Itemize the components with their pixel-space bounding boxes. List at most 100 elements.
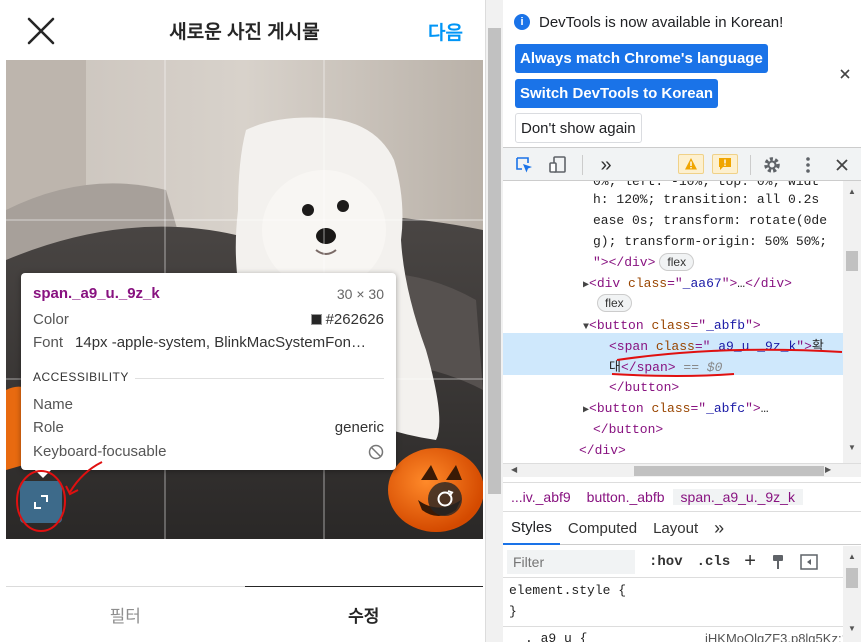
close-tag: "></div> xyxy=(593,255,656,270)
scrollbar-thumb[interactable] xyxy=(846,568,858,588)
color-label: Color xyxy=(33,311,69,328)
add-rule-icon[interactable]: + xyxy=(744,550,756,573)
tooltip-dimensions: 30 × 30 xyxy=(336,285,384,302)
dont-show-again-button[interactable]: Don't show again xyxy=(515,113,642,143)
styles-filter-row: :hov .cls + xyxy=(503,546,861,578)
accessibility-heading: ACCESSIBILITY xyxy=(33,370,135,384)
kebab-menu-icon[interactable] xyxy=(797,154,819,176)
toolbar-divider xyxy=(582,155,583,175)
code-line: </div> xyxy=(579,443,626,458)
inspect-tooltip: span._a9_u._9z_k 30 × 30 Color #262626 F… xyxy=(21,273,396,478)
scrollbar-thumb[interactable] xyxy=(846,251,858,271)
span-text-cont: 대 xyxy=(609,360,621,375)
code-line: flex xyxy=(597,293,632,314)
tab-computed[interactable]: Computed xyxy=(560,513,645,545)
keyboard-focusable-label: Keyboard-focusable xyxy=(33,443,167,460)
css-rule-source-link[interactable]: iHKMoOlgZF3.p8lg5Kz:155 xyxy=(705,628,861,642)
tree-node-span[interactable]: <span class="_a9_u _9z_k">확 xyxy=(609,336,824,357)
tab-layout[interactable]: Layout xyxy=(645,513,706,545)
tab-filter[interactable]: 필터 xyxy=(6,586,245,642)
more-tabs-icon[interactable]: » xyxy=(595,154,617,176)
styles-pane[interactable]: element.style { } ._a9_u { iHKMoOlgZF3.p… xyxy=(503,578,861,642)
styles-tabbar: Styles Computed Layout » xyxy=(503,513,861,545)
hov-toggle[interactable]: :hov xyxy=(649,554,683,570)
devtools-toolbar: » xyxy=(503,148,861,181)
breadcrumb-item-selected[interactable]: span._a9_u._9z_k xyxy=(672,489,803,505)
button2-class-value: _abfc xyxy=(706,401,746,416)
code-line: ease 0s; transform: rotate(0de xyxy=(593,213,828,228)
elements-tree[interactable]: 0%; left: -10%; top: 0%; widt h: 120%; t… xyxy=(503,181,861,463)
crop-expand-button[interactable] xyxy=(20,481,62,523)
role-value: generic xyxy=(334,419,384,436)
dollar-zero: == $0 xyxy=(683,360,723,375)
modal-title: 새로운 사진 게시물 xyxy=(169,21,320,43)
font-value: 14px -apple-system, BlinkMacSystemFon… xyxy=(75,334,366,351)
infobar-message: DevTools is now available in Korean! xyxy=(539,14,784,31)
tree-node-button[interactable]: ▼<button class="_abfb"> xyxy=(583,315,761,336)
tree-node-div[interactable]: ▶<div class="_aa67">…</div> xyxy=(583,273,792,294)
rotate-button[interactable] xyxy=(428,482,462,516)
tooltip-keyboard-row: Keyboard-focusable xyxy=(33,443,384,460)
expand-icon xyxy=(34,495,48,509)
span-class-value: _a9_u _9z_k xyxy=(710,339,797,354)
toggle-sidebar-icon[interactable] xyxy=(800,553,818,570)
breadcrumb-item[interactable]: ...iv._abf9 xyxy=(503,489,579,505)
element-style-rule[interactable]: element.style { xyxy=(509,580,626,601)
tooltip-selector: span._a9_u._9z_k xyxy=(33,285,160,302)
role-label: Role xyxy=(33,419,64,436)
tooltip-arrow xyxy=(35,470,51,478)
tab-edit[interactable]: 수정 xyxy=(244,586,483,642)
code-line: g); transform-origin: 50% 50%; xyxy=(593,234,828,249)
scrollbar-thumb[interactable] xyxy=(634,466,824,476)
flex-badge[interactable]: flex xyxy=(597,294,632,312)
inspect-element-icon[interactable] xyxy=(513,154,535,176)
styles-filter-input[interactable] xyxy=(507,549,635,574)
settings-gear-icon[interactable] xyxy=(761,154,783,176)
breadcrumb: ...iv._abf9 button._abfb span._a9_u._9z_… xyxy=(503,482,861,512)
app-root: 새로운 사진 게시물 다음 필터 수정 span._a9_u._9z_k 30 … xyxy=(0,0,861,642)
cls-toggle[interactable]: .cls xyxy=(697,554,731,570)
tooltip-name-row: Name xyxy=(33,396,384,413)
warnings-badge[interactable] xyxy=(678,154,704,174)
rule-close-brace: } xyxy=(509,604,517,619)
elements-vscrollbar[interactable]: ▲ ▼ xyxy=(843,181,861,463)
font-label: Font xyxy=(33,334,64,351)
match-language-button[interactable]: Always match Chrome's language xyxy=(515,44,768,73)
button-class-value: _abfb xyxy=(706,318,746,333)
tab-styles[interactable]: Styles xyxy=(503,513,560,545)
info-icon: i xyxy=(514,14,530,30)
next-button[interactable]: 다음 xyxy=(428,18,463,45)
code-line: 대</span> == $0 xyxy=(609,360,723,375)
code-line: h: 120%; transition: all 0.2s xyxy=(593,192,820,207)
more-tabs-icon[interactable]: » xyxy=(706,513,732,545)
language-infobar: i DevTools is now available in Korean! A… xyxy=(503,0,861,148)
close-icon[interactable] xyxy=(26,16,56,46)
edit-tabs: 필터 수정 xyxy=(6,586,483,642)
paint-brush-icon[interactable] xyxy=(770,554,786,570)
warning-icon xyxy=(685,158,697,170)
page-scrollbar[interactable] xyxy=(485,0,503,642)
scrollbar-thumb[interactable] xyxy=(488,28,501,494)
styles-vscrollbar[interactable]: ▲ ▼ xyxy=(843,546,861,642)
tooltip-color-row: Color #262626 xyxy=(33,311,384,328)
close-devtools-icon[interactable] xyxy=(831,154,853,176)
tooltip-header: span._a9_u._9z_k 30 × 30 xyxy=(33,285,384,302)
elements-hscrollbar[interactable]: ◀ ▶ xyxy=(503,463,861,477)
close-icon[interactable] xyxy=(837,66,853,82)
devtools-panel: i DevTools is now available in Korean! A… xyxy=(503,0,861,642)
code-line: "></div> flex xyxy=(593,252,695,273)
span-text: 확 xyxy=(811,339,824,354)
css-rule-selector[interactable]: ._a9_u { xyxy=(525,628,587,642)
device-toolbar-icon[interactable] xyxy=(547,154,569,176)
breadcrumb-item[interactable]: button._abfb xyxy=(579,489,673,505)
issues-badge[interactable] xyxy=(712,154,738,174)
issues-icon xyxy=(719,158,731,170)
rotate-icon xyxy=(437,490,454,507)
code-line: </button> xyxy=(593,422,664,437)
switch-korean-button[interactable]: Switch DevTools to Korean xyxy=(515,79,719,108)
tree-node-button[interactable]: ▶<button class="_abfc">… xyxy=(583,398,769,419)
code-line: </button> xyxy=(609,380,680,395)
flex-badge[interactable]: flex xyxy=(659,253,695,271)
div-class-value: _aa67 xyxy=(682,276,722,291)
tooltip-role-row: Role generic xyxy=(33,419,384,436)
